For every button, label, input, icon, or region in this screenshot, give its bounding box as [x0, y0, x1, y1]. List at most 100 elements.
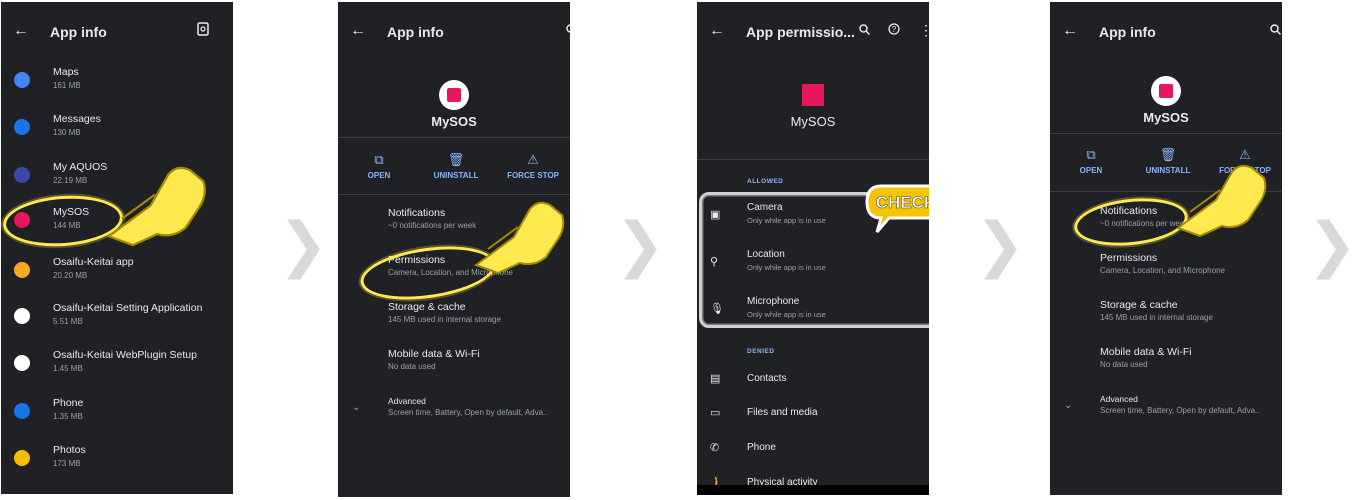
app-size: 173 MB [53, 459, 81, 468]
storage-item[interactable]: Storage & cache 145 MB used in internal … [1100, 299, 1276, 322]
allowed-section-label: ALLOWED [747, 178, 784, 185]
divider [1050, 133, 1282, 134]
app-bar: ← App permissio... ? ⋮ [697, 2, 929, 62]
app-list-item[interactable]: Messages 130 MB [1, 109, 233, 155]
microphone-icon: 🎙 [710, 303, 724, 315]
app-info-screen: ← App info MySOS ⧉ OPEN 🗑 UNINSTALL ⚠ FO… [338, 2, 570, 497]
app-list-item[interactable]: Photos 173 MB [1, 440, 233, 486]
app-size: 161 MB [53, 81, 81, 90]
app-bar: ← App info [338, 2, 570, 62]
app-icon [14, 403, 30, 419]
back-arrow-icon[interactable]: ← [709, 22, 725, 40]
more-options-icon[interactable]: ⋮ [227, 22, 233, 39]
app-name: Maps [53, 66, 79, 78]
page-title: App permissio... [746, 24, 855, 40]
notifications-item[interactable]: Notifications ~0 notifications per week [388, 207, 564, 230]
search-icon[interactable] [859, 22, 871, 38]
denied-section-label: DENIED [747, 348, 775, 355]
back-arrow-icon[interactable]: ← [350, 22, 366, 40]
chevron-down-icon: ⌄ [1064, 400, 1073, 411]
location-pin-icon: ⚲ [710, 256, 719, 268]
app-size: 5.51 MB [53, 317, 83, 326]
app-size: 1.35 MB [53, 412, 83, 421]
next-step-arrow-icon: ❯ [1307, 210, 1357, 280]
uninstall-button[interactable]: 🗑 UNINSTALL [1133, 147, 1203, 175]
notifications-item[interactable]: Notifications ~0 notifications per week [1100, 205, 1276, 228]
trash-icon: 🗑 [447, 152, 465, 167]
page-title: App info [387, 24, 444, 40]
advanced-item[interactable]: Advanced Screen time, Battery, Open by d… [388, 396, 564, 417]
advanced-item[interactable]: Advanced Screen time, Battery, Open by d… [1100, 394, 1276, 415]
system-nav-bar [697, 485, 929, 495]
app-list-item[interactable]: Osaifu-Keitai app 20.20 MB [1, 252, 233, 298]
force-stop-button[interactable]: ⚠ FORCE STOP [1210, 147, 1280, 175]
uninstall-button[interactable]: 🗑 UNINSTALL [421, 152, 491, 180]
app-icon [14, 119, 30, 135]
app-bar: ← App info [1050, 2, 1282, 62]
back-arrow-icon[interactable]: ← [1062, 22, 1078, 40]
app-permissions-screen: ← App permissio... ? ⋮ MySOS ALLOWED ▣ C… [697, 2, 929, 495]
app-size: 1.45 MB [53, 364, 83, 373]
app-list-item[interactable]: Phone 1.35 MB [1, 393, 233, 439]
divider [338, 194, 570, 195]
open-external-icon: ⧉ [1086, 147, 1096, 162]
app-icon [14, 450, 30, 466]
warning-icon: ⚠ [1239, 147, 1251, 162]
app-info-screen-notifications: ← App info MySOS ⧉ OPEN 🗑 UNINSTALL ⚠ FO… [1050, 2, 1282, 495]
page-title: App info [1099, 24, 1156, 40]
app-icon [14, 72, 30, 88]
next-step-arrow-icon: ❯ [615, 210, 666, 280]
app-name: Phone [53, 397, 84, 409]
permissions-item[interactable]: Permissions Camera, Location, and Microp… [1100, 252, 1276, 275]
app-icon [14, 308, 30, 324]
svg-text:?: ? [892, 25, 897, 34]
open-button[interactable]: ⧉ OPEN [1056, 147, 1126, 175]
search-doc-icon[interactable] [197, 22, 209, 39]
contacts-icon: ▤ [710, 373, 721, 385]
permissions-item[interactable]: Permissions Camera, Location, and Microp… [388, 254, 564, 277]
check-label: CHECK [875, 193, 929, 213]
more-options-icon[interactable]: ⋮ [919, 22, 929, 39]
app-list-item[interactable]: Osaifu-Keitai WebPlugin Setup 1.45 MB [1, 345, 233, 391]
storage-item[interactable]: Storage & cache 145 MB used in internal … [388, 301, 564, 324]
app-size: 20.20 MB [53, 271, 88, 280]
app-name: Osaifu-Keitai WebPlugin Setup [53, 349, 197, 361]
search-icon[interactable] [566, 22, 570, 38]
app-name: Messages [53, 113, 101, 125]
trash-icon: 🗑 [1159, 147, 1177, 162]
phone-icon: ✆ [710, 442, 720, 454]
divider [1050, 191, 1282, 192]
mobile-data-item[interactable]: Mobile data & Wi-Fi No data used [1100, 346, 1276, 369]
app-bar: ← App info ⋮ [1, 2, 233, 62]
app-list-item[interactable]: Osaifu-Keitai Setting Application 5.51 MB [1, 298, 233, 344]
app-list-item[interactable]: My AQUOS 22.19 MB [1, 157, 233, 203]
open-button[interactable]: ⧉ OPEN [344, 152, 414, 180]
app-list-item[interactable]: Maps 161 MB [1, 62, 233, 108]
app-size: 144 MB [53, 221, 81, 230]
back-arrow-icon[interactable]: ← [13, 22, 29, 40]
divider [697, 159, 929, 160]
next-step-arrow-icon: ❯ [278, 210, 329, 280]
camera-icon: ▣ [710, 209, 721, 221]
divider [338, 137, 570, 138]
app-icon [1151, 76, 1181, 106]
app-list-item[interactable]: MySOS 144 MB [1, 202, 233, 248]
app-icon [14, 355, 30, 371]
app-icon [14, 212, 30, 228]
app-name: My AQUOS [53, 161, 108, 173]
app-name: MySOS [790, 114, 836, 129]
app-name: MySOS [53, 206, 90, 218]
app-icon [14, 167, 30, 183]
next-step-arrow-icon: ❯ [975, 210, 1026, 280]
help-icon[interactable]: ? [888, 22, 900, 38]
app-name: Osaifu-Keitai Setting Application [53, 302, 203, 314]
app-name: MySOS [431, 114, 477, 129]
search-icon[interactable] [1270, 22, 1282, 38]
mobile-data-item[interactable]: Mobile data & Wi-Fi No data used [388, 348, 564, 371]
app-name: Photos [53, 444, 86, 456]
force-stop-button[interactable]: ⚠ FORCE STOP [498, 152, 568, 180]
app-list-screen: ← App info ⋮ Maps 161 MB Messages 130 MB My … [1, 2, 233, 494]
app-icon [439, 80, 469, 110]
page-title: App info [50, 24, 107, 40]
app-icon [14, 262, 30, 278]
